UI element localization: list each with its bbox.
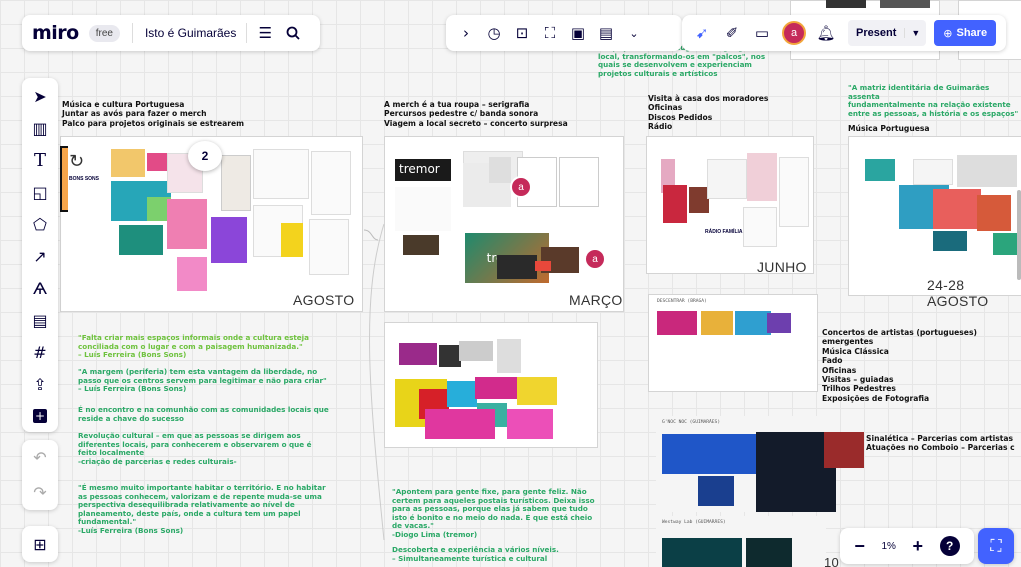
sticky-note-tool-icon[interactable]: ◱ xyxy=(22,176,58,208)
comments-icon[interactable]: ▭ xyxy=(748,19,776,47)
search-icon[interactable] xyxy=(279,19,307,47)
vote-icon[interactable]: ⊡ xyxy=(508,19,536,47)
help-icon: ? xyxy=(946,539,954,553)
undo-redo-bar: ↶ ↷ xyxy=(22,440,58,510)
cursor-select-icon[interactable]: ➹ xyxy=(688,19,716,47)
board-name[interactable]: Isto é Guimarães xyxy=(145,26,236,40)
upload-tool-icon[interactable]: ⇪ xyxy=(22,368,58,400)
zoom-in-button[interactable]: + xyxy=(913,536,924,557)
select-tool-icon[interactable]: ➤ xyxy=(22,80,58,112)
globe-icon: ⊕ xyxy=(943,26,953,40)
zoom-level[interactable]: 1% xyxy=(881,541,895,552)
creation-toolbar: ➤ ▥ T ◱ ⬠ ↗ Ѧ ▤ # ⇪ + xyxy=(22,78,58,432)
notifications-bell-icon[interactable]: 🔔︎ xyxy=(812,19,840,47)
selection-indicator xyxy=(60,146,68,212)
more-chevron-icon[interactable]: ⌄ xyxy=(620,19,648,47)
user-initial: a xyxy=(790,27,798,39)
divider xyxy=(246,23,248,43)
connection-line-tool-icon[interactable]: ↗ xyxy=(22,240,58,272)
text-tool-icon[interactable]: T xyxy=(22,144,58,176)
notes-icon[interactable]: ▤ xyxy=(592,19,620,47)
menu-icon[interactable]: ☰ xyxy=(251,19,279,47)
user-avatar[interactable]: a xyxy=(782,21,806,45)
timer-icon[interactable]: ◷ xyxy=(480,19,508,47)
present-button[interactable]: Present ▼ xyxy=(848,20,927,46)
reactions-icon[interactable]: ✐ xyxy=(718,19,746,47)
vertical-scrollbar[interactable] xyxy=(1017,190,1021,280)
top-right-toolbar: ➹ ✐ ▭ a 🔔︎ Present ▼ ⊕ Share xyxy=(682,15,1006,51)
plan-badge[interactable]: free xyxy=(88,24,120,42)
collaboration-toolbar: › ◷ ⊡ ⛶ ▣ ▤ ⌄ xyxy=(446,15,682,51)
present-dropdown-icon[interactable]: ▼ xyxy=(904,28,926,38)
redo-icon[interactable]: ↷ xyxy=(22,477,58,509)
shapes-tool-icon[interactable]: ⬠ xyxy=(22,208,58,240)
board-menu-bar: miro free Isto é Guimarães ☰ xyxy=(22,15,320,51)
pen-tool-icon[interactable]: Ѧ xyxy=(22,272,58,304)
frames-panel-button[interactable]: ⊞ xyxy=(22,526,58,562)
connector-line xyxy=(369,223,385,541)
present-label: Present xyxy=(856,27,897,39)
zoom-out-button[interactable]: − xyxy=(854,536,865,557)
frame-tool-icon[interactable]: # xyxy=(22,336,58,368)
frames-panel-icon: ⊞ xyxy=(33,534,47,554)
connector-lines xyxy=(363,223,385,541)
share-label: Share xyxy=(956,27,988,39)
frames-icon[interactable]: ▣ xyxy=(564,19,592,47)
minimap-icon: ⛶ xyxy=(990,536,1002,555)
zoom-controls: − 1% + ? xyxy=(840,528,974,564)
help-button[interactable]: ? xyxy=(939,536,960,556)
divider xyxy=(131,23,133,43)
focus-icon[interactable]: ⛶ xyxy=(536,19,564,47)
templates-tool-icon[interactable]: ▥ xyxy=(22,112,58,144)
share-button[interactable]: ⊕ Share xyxy=(934,20,997,46)
board-overview-button[interactable]: ⛶ xyxy=(978,528,1014,564)
expand-chevron-icon[interactable]: › xyxy=(452,19,480,47)
canvas-board[interactable]: ↻ BONS SONS AGOSTO 2 tremor MARÇO a a RÁ… xyxy=(0,0,1021,567)
undo-icon[interactable]: ↶ xyxy=(22,442,58,474)
miro-logo[interactable]: miro xyxy=(32,22,79,44)
comment-tool-icon[interactable]: ▤ xyxy=(22,304,58,336)
more-apps-icon[interactable]: + xyxy=(22,400,58,432)
connector-line xyxy=(363,229,379,241)
